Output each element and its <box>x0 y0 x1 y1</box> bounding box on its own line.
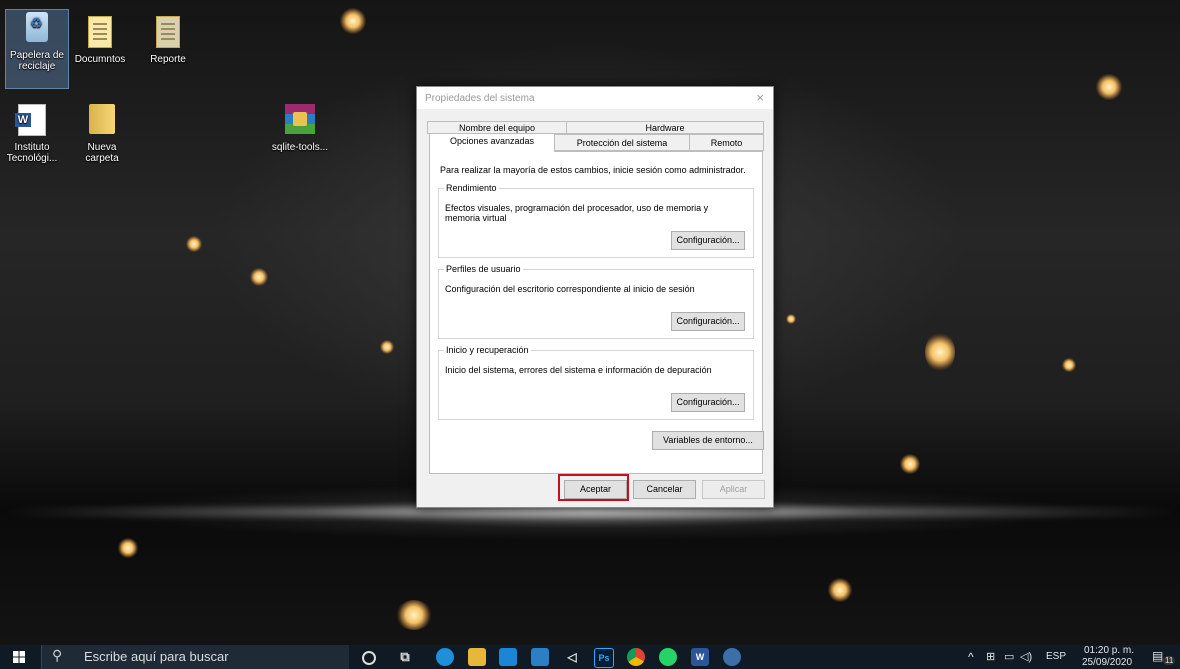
bokeh-light <box>340 8 366 34</box>
bokeh-light <box>250 268 268 286</box>
bokeh-light <box>186 236 202 252</box>
store-icon[interactable] <box>499 648 517 666</box>
bokeh-light <box>1062 358 1076 372</box>
light-streak <box>0 507 1180 517</box>
people-icon[interactable] <box>723 648 741 666</box>
clock-time[interactable]: 01:20 p. m. <box>1084 645 1134 656</box>
file-explorer-icon[interactable] <box>468 648 486 666</box>
folder-icon <box>85 104 119 138</box>
folder-icon <box>83 16 117 50</box>
whatsapp-icon[interactable] <box>659 648 677 666</box>
search-icon: ⚲ <box>52 647 63 663</box>
group-description: Inicio del sistema, errores del sistema … <box>445 365 712 375</box>
recycle-bin-icon <box>20 12 54 46</box>
tab-opciones-avanzadas[interactable]: Opciones avanzadas <box>429 133 555 152</box>
desktop-icon-label: Documntos <box>74 54 126 65</box>
desktop-icon-recycle-bin[interactable]: Papelera de reciclaje <box>5 9 69 89</box>
bokeh-light <box>925 332 955 372</box>
group-inicio-y-recuperacion: Inicio y recuperación Inicio del sistema… <box>438 345 754 420</box>
windows-start-icon[interactable] <box>13 651 25 663</box>
notification-count: 11 <box>1163 656 1176 665</box>
bokeh-light <box>828 578 852 602</box>
chevron-up-icon[interactable]: ^ <box>968 650 974 664</box>
language-indicator[interactable]: ESP <box>1046 651 1066 662</box>
ok-button-highlight <box>558 474 629 501</box>
bokeh-light <box>786 314 796 324</box>
search-placeholder: Escribe aquí para buscar <box>84 649 229 664</box>
desktop-icon-label: Instituto Tecnológi... <box>6 142 58 164</box>
mail-icon[interactable] <box>531 648 549 666</box>
desktop-icon-documntos[interactable]: Documntos <box>70 14 130 65</box>
bokeh-light <box>1096 74 1122 100</box>
edge-icon[interactable] <box>436 648 454 666</box>
apply-button[interactable]: Aplicar <box>702 480 765 499</box>
taskbar: ⚲ Escribe aquí para buscar ⧉ ◁ Ps W ^ ⊞ … <box>0 645 1180 669</box>
group-rendimiento: Rendimiento Efectos visuales, programaci… <box>438 183 754 258</box>
tab-hardware[interactable]: Hardware <box>566 121 764 134</box>
admin-notice: Para realizar la mayoría de estos cambio… <box>440 165 746 175</box>
volume-icon[interactable]: ◁) <box>1020 650 1032 663</box>
desktop-icon-label: Nueva carpeta <box>85 142 119 164</box>
inicio-settings-button[interactable]: Configuración... <box>671 393 745 412</box>
dialog-title: Propiedades del sistema <box>425 93 535 104</box>
group-description: Configuración del escritorio correspondi… <box>445 284 695 294</box>
desktop-icon-reporte[interactable]: Reporte <box>138 14 198 65</box>
tab-panel: Para realizar la mayoría de estos cambio… <box>429 151 764 474</box>
perfiles-settings-button[interactable]: Configuración... <box>671 312 745 331</box>
photoshop-icon[interactable]: Ps <box>594 648 614 668</box>
clock-date[interactable]: 25/09/2020 <box>1082 657 1132 668</box>
bokeh-light <box>900 454 920 474</box>
group-legend: Inicio y recuperación <box>444 345 531 355</box>
bokeh-light <box>118 538 138 558</box>
group-legend: Rendimiento <box>444 183 499 193</box>
desktop-icon-sqlite-tools[interactable]: sqlite-tools... <box>268 102 332 153</box>
tab-remoto[interactable]: Remoto <box>689 134 764 151</box>
taskbar-search-box[interactable]: ⚲ Escribe aquí para buscar <box>41 645 349 669</box>
close-icon[interactable]: × <box>756 90 764 105</box>
dialog-titlebar[interactable]: Propiedades del sistema × <box>417 87 773 109</box>
tab-proteccion-del-sistema[interactable]: Protección del sistema <box>554 134 690 151</box>
bokeh-light <box>396 600 432 630</box>
system-properties-dialog: Propiedades del sistema × Nombre del equ… <box>416 86 774 508</box>
desktop-icon-label: Reporte <box>150 54 186 65</box>
chrome-icon[interactable] <box>627 648 645 666</box>
group-legend: Perfiles de usuario <box>444 264 523 274</box>
winrar-archive-icon <box>283 104 317 138</box>
task-view-icon[interactable]: ⧉ <box>396 648 414 666</box>
rendimiento-settings-button[interactable]: Configuración... <box>671 231 745 250</box>
environment-variables-button[interactable]: Variables de entorno... <box>652 431 764 450</box>
cortana-icon[interactable] <box>362 651 376 665</box>
group-description: Efectos visuales, programación del proce… <box>445 203 709 223</box>
media-icon[interactable]: ◁ <box>563 648 581 666</box>
desktop-icon-label: Papelera de reciclaje <box>10 50 64 72</box>
display-icon[interactable]: ▭ <box>1004 650 1014 663</box>
desktop-icon-nueva-carpeta[interactable]: Nueva carpeta <box>72 102 132 164</box>
cancel-button[interactable]: Cancelar <box>633 480 696 499</box>
network-icon[interactable]: ⊞ <box>986 650 995 663</box>
notification-center-icon[interactable]: ▤ <box>1152 649 1163 663</box>
bokeh-light <box>380 340 394 354</box>
word-icon[interactable]: W <box>691 648 709 666</box>
document-icon <box>151 16 185 50</box>
word-document-icon <box>15 104 49 138</box>
desktop-icon-instituto[interactable]: Instituto Tecnológi... <box>2 102 62 164</box>
group-perfiles-de-usuario: Perfiles de usuario Configuración del es… <box>438 264 754 339</box>
desktop-icon-label: sqlite-tools... <box>271 142 329 153</box>
